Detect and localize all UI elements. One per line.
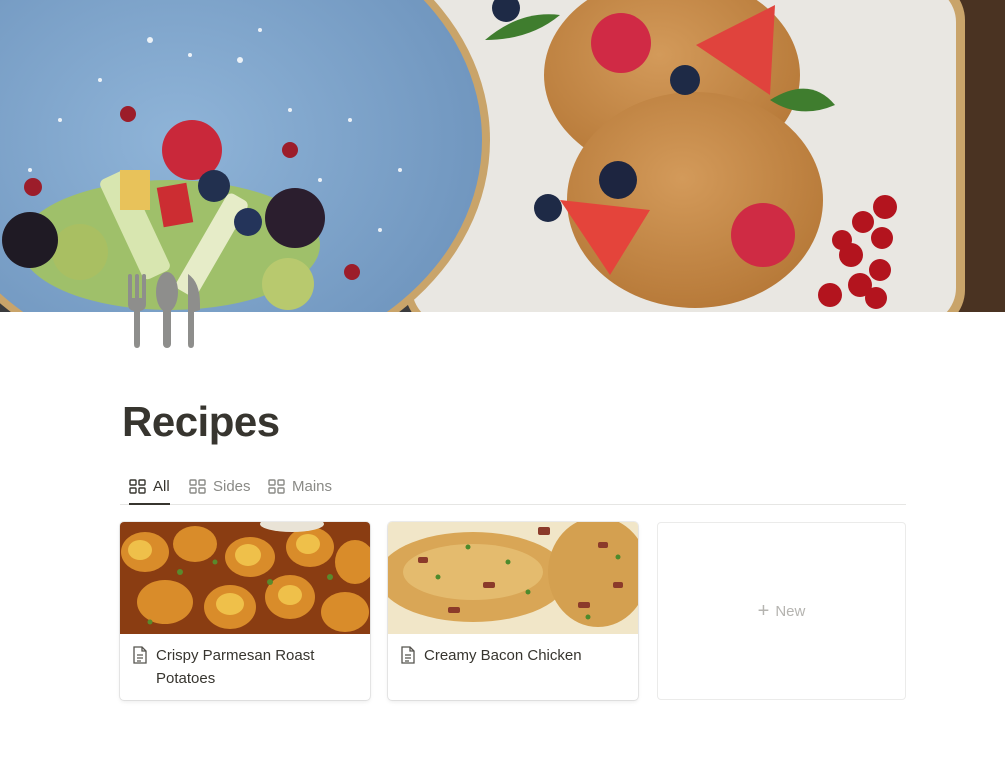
tab-label: Sides (213, 478, 251, 495)
page-icon (401, 646, 415, 664)
new-card-button[interactable]: + New (657, 522, 906, 700)
card-title: Crispy Parmesan Roast Potatoes (156, 647, 315, 687)
gallery-grid-icon (129, 479, 146, 494)
new-card-label: New (775, 602, 806, 620)
page-cover-image[interactable] (0, 0, 1005, 312)
gallery-card[interactable]: Creamy Bacon Chicken (388, 522, 638, 700)
view-tabs: All Sides Mains (120, 470, 906, 505)
card-title: Creamy Bacon Chicken (424, 647, 582, 664)
gallery-grid-icon (189, 479, 206, 494)
tab-all[interactable]: All (129, 470, 170, 505)
tab-sides[interactable]: Sides (189, 470, 251, 503)
page-title[interactable]: Recipes (122, 398, 280, 446)
cover-photo (0, 0, 1005, 312)
tab-label: All (153, 478, 170, 495)
roast-potatoes-photo (120, 522, 370, 634)
bacon-chicken-photo (388, 522, 638, 634)
fork-knife-icon[interactable] (122, 270, 206, 350)
plus-icon: + (757, 600, 770, 622)
tab-mains[interactable]: Mains (268, 470, 332, 503)
gallery-grid-icon (268, 479, 285, 494)
gallery-card[interactable]: Crispy Parmesan Roast Potatoes (120, 522, 370, 700)
page-icon (133, 646, 147, 664)
tab-label: Mains (292, 478, 333, 495)
